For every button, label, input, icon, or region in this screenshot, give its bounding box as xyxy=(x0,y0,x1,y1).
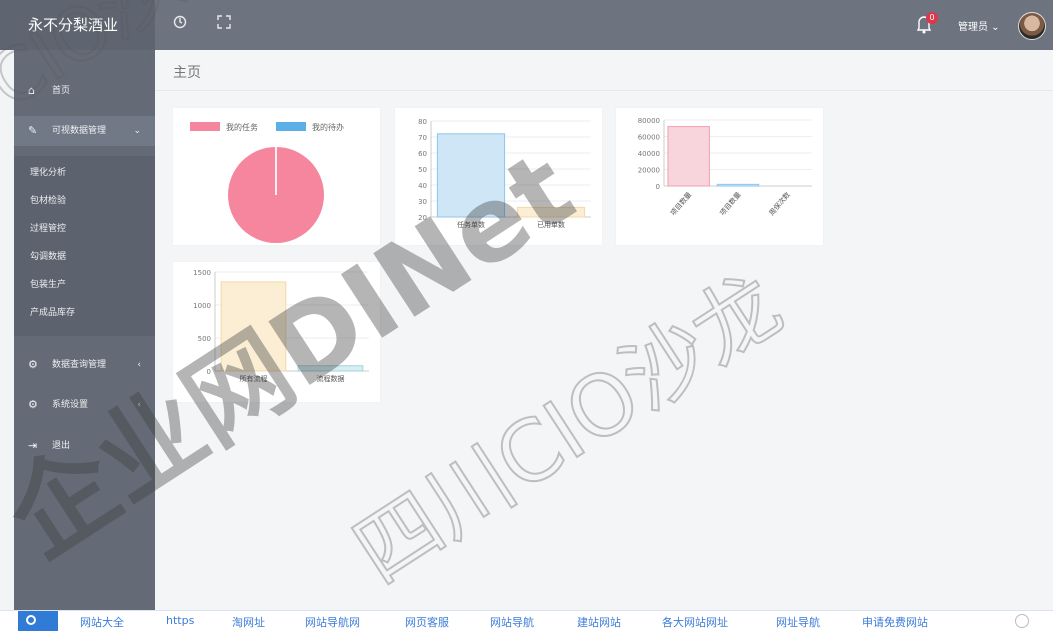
top-navbar: 永不分梨酒业 0 管理员 ⌄ xyxy=(0,0,1053,50)
x-tick-label: 流程数据 xyxy=(317,374,345,383)
y-tick-label: 80 xyxy=(418,118,427,126)
chart-card-orders: 20 30 40 50 60 70 80 任务单数 已用单数 xyxy=(395,108,602,245)
sidebar-item-label: 数据查询管理 xyxy=(52,360,107,370)
y-tick-label: 50 xyxy=(418,166,427,174)
sidebar-subitem-label: 产成品库存 xyxy=(30,308,76,318)
search-icon xyxy=(26,615,36,625)
edit-icon: ✎ xyxy=(28,124,38,137)
legend-swatch xyxy=(190,122,220,131)
y-tick-label: 60000 xyxy=(638,134,660,142)
sidebar-subitem[interactable]: 勾调数据 xyxy=(14,246,155,268)
y-tick-label: 80000 xyxy=(638,117,660,125)
sidebar-subitem-label: 包装生产 xyxy=(30,280,67,290)
y-tick-label: 70 xyxy=(418,134,427,142)
y-tick-label: 20000 xyxy=(638,167,660,175)
main-content: 主页 我的任务 我的待办 20 30 40 50 60 70 80 任务单数 已用单数 0 200… xyxy=(155,50,1053,610)
bottom-link[interactable]: 网页客服 xyxy=(405,614,449,630)
notification-badge: 0 xyxy=(926,12,938,24)
bar-chart-orders: 20 30 40 50 60 70 80 任务单数 已用单数 xyxy=(418,118,591,229)
bottom-link[interactable]: 建站网站 xyxy=(577,614,621,630)
y-tick-label: 0 xyxy=(656,183,660,191)
x-tick-label: 已用单数 xyxy=(537,220,565,229)
chart-card-projects: 0 20000 40000 60000 80000 项目数量 项目数量 周保次数 xyxy=(616,108,823,245)
refresh-icon[interactable] xyxy=(170,14,190,34)
divider xyxy=(155,90,1053,91)
settings-icon: ⚙ xyxy=(28,398,38,411)
home-icon: ⌂ xyxy=(28,84,35,97)
sidebar-subitem-label: 包材检验 xyxy=(30,196,67,206)
bottom-link[interactable]: 网站导航 xyxy=(490,614,534,630)
sidebar-subitem[interactable]: 产成品库存 xyxy=(14,302,155,324)
bar xyxy=(667,126,710,187)
legend-label: 我的待办 xyxy=(312,122,344,132)
sidebar-subitem[interactable]: 理化分析 xyxy=(14,162,155,184)
x-tick-label: 项目数量 xyxy=(668,190,693,217)
bottom-link[interactable]: 淘网址 xyxy=(232,614,265,630)
bottom-link[interactable]: 网址导航 xyxy=(776,614,820,630)
sidebar-subitem[interactable]: 包材检验 xyxy=(14,190,155,212)
sidebar-subitem-label: 过程管控 xyxy=(30,224,67,234)
sidebar-item-data-entry[interactable]: ✎ 可视数据管理 ⌄ xyxy=(14,116,155,146)
sidebar-subitem[interactable]: 包装生产 xyxy=(14,274,155,296)
chevron-down-icon: ⌄ xyxy=(133,126,141,136)
bottom-link[interactable]: 网站大全 xyxy=(80,614,124,630)
y-tick-label: 1500 xyxy=(193,269,211,277)
settings-icon[interactable] xyxy=(1015,614,1029,628)
logout-icon: ⇥ xyxy=(28,439,38,452)
bar xyxy=(297,365,364,372)
bottom-link[interactable]: https xyxy=(166,614,194,627)
y-tick-label: 20 xyxy=(418,214,427,222)
x-tick-label: 项目数量 xyxy=(718,190,743,217)
sidebar-item-logout[interactable]: ⇥ 退出 xyxy=(14,431,155,461)
sidebar-submenu: 理化分析 包材检验 过程管控 勾调数据 包装生产 产成品库存 xyxy=(14,156,155,336)
x-tick-label: 所有流程 xyxy=(240,374,268,383)
legend-label: 我的任务 xyxy=(226,122,258,132)
sidebar-item-label: 首页 xyxy=(52,86,71,96)
fullscreen-icon[interactable] xyxy=(214,14,234,34)
chart-card-tasks: 我的任务 我的待办 xyxy=(173,108,380,245)
bottom-link-bar: 网站大全 https 淘网址 网站导航网 网页客服 网站导航 建站网站 各大网站… xyxy=(0,610,1053,631)
bar-chart-projects: 020000400006000080000项目数量 项目数量 周保次数 xyxy=(638,117,812,217)
sidebar-item-label: 可视数据管理 xyxy=(52,126,107,136)
avatar[interactable] xyxy=(1018,12,1046,40)
bottom-link[interactable]: 申请免费网站 xyxy=(862,614,928,630)
page-title: 主页 xyxy=(173,65,201,81)
y-tick-label: 0 xyxy=(207,368,211,376)
gear-circle-icon: ⚙ xyxy=(28,358,38,371)
sidebar-item-query[interactable]: ⚙ 数据查询管理 ‹ xyxy=(14,350,155,380)
start-button[interactable] xyxy=(18,611,58,631)
sidebar-subitem[interactable]: 过程管控 xyxy=(14,218,155,240)
y-tick-label: 1000 xyxy=(193,302,211,310)
chevron-left-icon: ‹ xyxy=(137,400,141,410)
chart-card-process: 0 500 1000 1500 所有流程 流程数据 xyxy=(173,262,380,402)
sidebar-item-home[interactable]: ⌂ 首页 xyxy=(14,76,155,106)
bar-chart-process: 0 500 1000 1500 所有流程 流程数据 xyxy=(193,269,369,383)
y-tick-label: 40 xyxy=(418,182,427,190)
bar xyxy=(436,133,506,218)
sidebar-item-label: 退出 xyxy=(52,441,71,451)
sidebar-subitem-label: 理化分析 xyxy=(30,168,67,178)
sidebar: ⌂ 首页 ✎ 可视数据管理 ⌄ 理化分析 包材检验 过程管控 勾调数据 包装生产… xyxy=(14,50,155,610)
x-tick-label: 任务单数 xyxy=(457,220,485,229)
bar xyxy=(516,206,586,218)
app-brand[interactable]: 永不分梨酒业 xyxy=(0,0,155,50)
pie-chart: 我的任务 我的待办 xyxy=(190,122,344,243)
bottom-link[interactable]: 各大网站网址 xyxy=(662,614,728,630)
chevron-left-icon: ‹ xyxy=(137,360,141,370)
y-tick-label: 60 xyxy=(418,150,427,158)
bar xyxy=(716,183,760,187)
user-menu[interactable]: 管理员 ⌄ xyxy=(958,18,1000,33)
y-tick-label: 40000 xyxy=(638,150,660,158)
legend-swatch xyxy=(276,122,306,131)
sidebar-item-label: 系统设置 xyxy=(52,400,89,410)
bar xyxy=(220,281,287,372)
y-tick-label: 500 xyxy=(198,335,211,343)
sidebar-subitem-label: 勾调数据 xyxy=(30,252,67,262)
y-tick-label: 30 xyxy=(418,198,427,206)
x-tick-label: 周保次数 xyxy=(767,190,792,217)
bottom-link[interactable]: 网站导航网 xyxy=(305,614,360,630)
sidebar-item-settings[interactable]: ⚙ 系统设置 ‹ xyxy=(14,390,155,420)
